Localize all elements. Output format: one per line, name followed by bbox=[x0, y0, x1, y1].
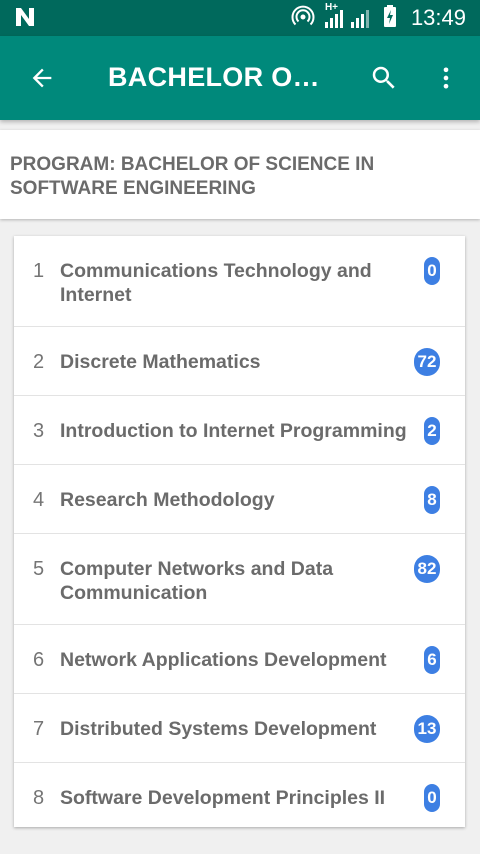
course-number: 2 bbox=[33, 351, 45, 373]
more-options-button[interactable] bbox=[428, 58, 464, 98]
course-number: 3 bbox=[33, 420, 45, 442]
course-name: Introduction to Internet Programming bbox=[60, 420, 407, 442]
course-row[interactable]: 3 Introduction to Internet Programming 2 bbox=[14, 396, 465, 465]
course-row[interactable]: 1 Communications Technology and Internet… bbox=[14, 236, 465, 327]
notification-n-icon bbox=[14, 6, 36, 32]
course-name: Communications Technology and Internet bbox=[60, 260, 372, 306]
course-count-badge: 0 bbox=[424, 784, 440, 812]
course-name: Computer Networks and Data Communication bbox=[60, 558, 334, 604]
search-icon bbox=[372, 66, 395, 89]
page-title: BACHELOR OF SCIENCE IN SOFTWARE ENGINEER… bbox=[108, 62, 330, 92]
course-number: 7 bbox=[33, 718, 45, 740]
course-list: 1 Communications Technology and Internet… bbox=[14, 236, 465, 827]
course-count-badge: 8 bbox=[424, 486, 440, 514]
hotspot-icon bbox=[291, 4, 315, 32]
course-name: Network Applications Development bbox=[60, 649, 387, 671]
battery-charging-icon bbox=[383, 4, 397, 32]
course-count-badge: 82 bbox=[414, 555, 440, 583]
back-button[interactable] bbox=[22, 58, 62, 98]
course-count-badge: 72 bbox=[414, 348, 440, 376]
course-name: Software Development Principles II bbox=[60, 787, 386, 809]
more-vert-icon bbox=[443, 67, 449, 89]
course-number: 6 bbox=[33, 649, 45, 671]
course-row[interactable]: 4 Research Methodology 8 bbox=[14, 465, 465, 534]
course-number: 5 bbox=[33, 558, 45, 580]
course-count-badge: 13 bbox=[414, 715, 440, 743]
course-count-badge: 2 bbox=[424, 417, 440, 445]
status-bar: H+ 13:49 bbox=[0, 0, 480, 36]
course-count-badge: 6 bbox=[424, 646, 440, 674]
course-number: 4 bbox=[33, 489, 45, 511]
status-time: 13:49 bbox=[410, 5, 466, 30]
course-row[interactable]: 8 Software Development Principles II 0 bbox=[14, 763, 465, 827]
course-name: Discrete Mathematics bbox=[60, 351, 261, 373]
course-name: Distributed Systems Development bbox=[60, 718, 377, 740]
course-row[interactable]: 2 Discrete Mathematics 72 bbox=[14, 327, 465, 396]
app-toolbar: BACHELOR OF SCIENCE IN SOFTWARE ENGINEER… bbox=[0, 36, 480, 120]
arrow-back-icon bbox=[32, 68, 52, 88]
course-number: 8 bbox=[33, 787, 45, 809]
course-number: 1 bbox=[33, 260, 45, 282]
course-count-badge: 0 bbox=[424, 257, 440, 285]
course-name: Research Methodology bbox=[60, 489, 275, 511]
course-row[interactable]: 6 Network Applications Development 6 bbox=[14, 625, 465, 694]
course-row[interactable]: 5 Computer Networks and Data Communicati… bbox=[14, 534, 465, 625]
search-button[interactable] bbox=[364, 58, 404, 98]
program-heading: PROGRAM: BACHELOR OF SCIENCE IN SOFTWARE… bbox=[10, 154, 375, 199]
signal-icon: H+ bbox=[323, 2, 375, 30]
program-header-card: PROGRAM: BACHELOR OF SCIENCE IN SOFTWARE… bbox=[0, 130, 480, 219]
course-row[interactable]: 7 Distributed Systems Development 13 bbox=[14, 694, 465, 763]
